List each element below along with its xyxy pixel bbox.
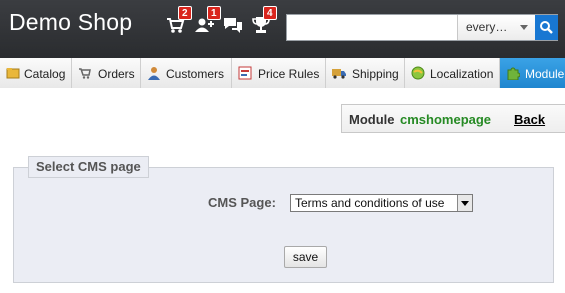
customers-badge: 1 [207, 6, 221, 20]
price-rules-icon [238, 66, 252, 80]
search-scope-select[interactable]: every… [457, 15, 535, 40]
search-icon [540, 21, 553, 34]
chevron-down-icon[interactable] [457, 195, 472, 211]
cms-page-select[interactable]: Terms and conditions of use [290, 194, 473, 212]
module-label: Module [349, 112, 395, 127]
tab-label: Orders [98, 67, 135, 81]
cms-page-value: Terms and conditions of use [295, 196, 445, 210]
back-link[interactable]: Back [514, 112, 545, 127]
chevron-down-icon [520, 25, 528, 30]
shop-title[interactable]: Demo Shop [9, 9, 132, 36]
puzzle-icon [507, 67, 520, 80]
search-input[interactable] [287, 15, 457, 40]
top-header: Demo Shop 2 1 4 every… [0, 0, 565, 58]
person-icon [148, 67, 160, 80]
orders-badge: 2 [178, 6, 192, 20]
globe-icon [411, 66, 425, 80]
tab-label: Catalog [24, 67, 66, 81]
cart-icon [79, 68, 91, 79]
tab-orders[interactable]: Orders [72, 58, 141, 88]
tab-shipping[interactable]: Shipping [326, 58, 405, 88]
tab-localization[interactable]: Localization [405, 58, 500, 88]
fieldset-legend: Select CMS page [28, 156, 149, 178]
search-scope-label: every… [466, 20, 508, 34]
main-tabs: Catalog Orders Customers Price Rules Shi… [0, 58, 565, 88]
tab-label: Shipping [352, 67, 399, 81]
catalog-icon [6, 68, 20, 79]
tab-catalog[interactable]: Catalog [0, 58, 72, 88]
tab-label: Price Rules [258, 67, 320, 81]
trophy-badge: 4 [263, 6, 277, 20]
save-button[interactable]: save [284, 246, 327, 268]
tab-label: Localization [430, 67, 494, 81]
tab-module[interactable]: Module [500, 58, 565, 88]
tab-customers[interactable]: Customers [141, 58, 232, 88]
search-box: every… [286, 14, 558, 41]
module-name: cmshomepage [400, 112, 492, 127]
search-button[interactable] [535, 15, 558, 40]
tab-label: Customers [166, 67, 225, 81]
messages-icon[interactable] [222, 14, 244, 36]
truck-icon [332, 69, 346, 79]
tab-price-rules[interactable]: Price Rules [232, 58, 326, 88]
tab-label: Module [525, 67, 565, 81]
cms-page-label: CMS Page: [208, 195, 276, 210]
module-toolbar: Module cmshomepage Back [341, 104, 565, 133]
